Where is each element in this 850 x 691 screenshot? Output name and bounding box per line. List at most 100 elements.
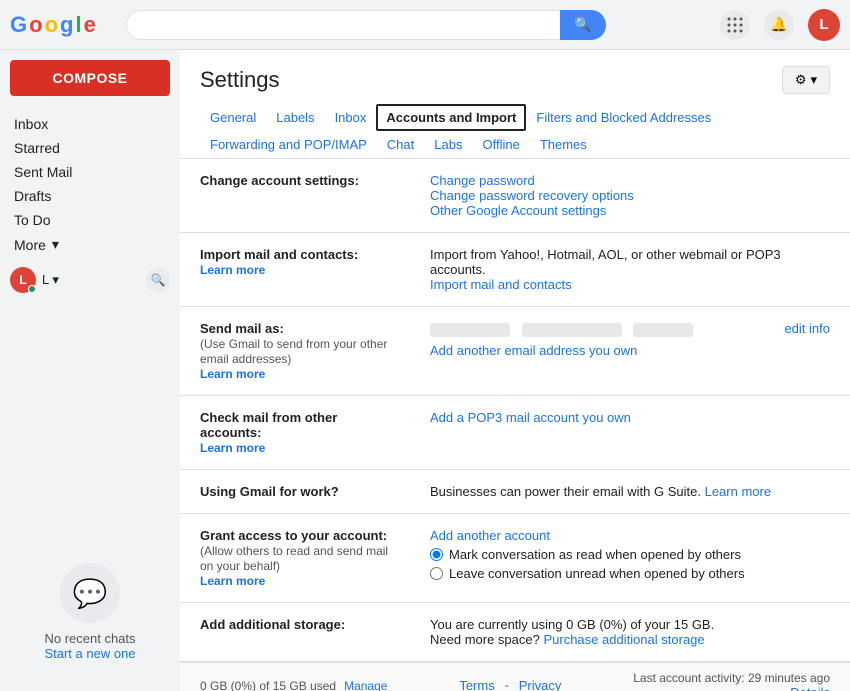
avatar[interactable]: L [808, 9, 840, 41]
user-avatar-small[interactable]: L [10, 267, 36, 293]
user-dropdown[interactable]: L ▾ [42, 272, 59, 288]
blurred-email-bar1 [430, 323, 510, 337]
grant-access-learn-more[interactable]: Learn more [200, 574, 265, 588]
import-mail-contacts-link[interactable]: Import mail and contacts [430, 277, 572, 292]
logo-g: G [10, 12, 27, 38]
footer-right: Last account activity: 29 minutes ago De… [633, 671, 830, 691]
chat-bubble-icon: 💬 [60, 563, 120, 623]
add-storage-label: Add additional storage: [200, 617, 345, 632]
starred-label: Starred [14, 140, 60, 156]
table-row: Send mail as: (Use Gmail to send from yo… [180, 307, 850, 396]
privacy-link[interactable]: Privacy [519, 678, 562, 691]
sidebar-item-todo[interactable]: To Do [0, 208, 166, 232]
google-account-link[interactable]: Other Google Account settings [430, 203, 606, 218]
last-activity-label: Last account activity: 29 minutes ago [633, 671, 830, 685]
apps-icon[interactable] [720, 10, 750, 40]
tab-labs[interactable]: Labs [424, 131, 472, 158]
tab-offline[interactable]: Offline [472, 131, 529, 158]
tab-accounts-import[interactable]: Accounts and Import [376, 104, 526, 131]
radio-leave-unread[interactable] [430, 567, 443, 580]
sidebar-item-sent[interactable]: Sent Mail [0, 160, 166, 184]
sidebar-item-drafts[interactable]: Drafts [0, 184, 166, 208]
add-another-account-link[interactable]: Add another account [430, 528, 550, 543]
grant-access-sub: (Allow others to read and send mail on y… [200, 544, 388, 573]
main-layout: COMPOSE Inbox Starred Sent Mail Drafts T… [0, 50, 850, 691]
content-area: Settings ⚙ ▾ General Labels Inbox Accoun… [180, 50, 850, 691]
start-new-chat-link[interactable]: Start a new one [44, 646, 135, 661]
table-row: Import mail and contacts: Learn more Imp… [180, 233, 850, 307]
sidebar-user-row: L L ▾ 🔍 [0, 257, 180, 299]
check-mail-learn-more[interactable]: Learn more [200, 441, 265, 455]
tab-filters[interactable]: Filters and Blocked Addresses [526, 104, 721, 131]
search-input[interactable] [126, 10, 561, 40]
sidebar-item-more[interactable]: More ▾ [0, 232, 166, 257]
purchase-storage-link[interactable]: Purchase additional storage [543, 632, 704, 647]
table-row: Add additional storage: You are currentl… [180, 603, 850, 662]
gmail-work-description: Businesses can power their email with G … [430, 484, 701, 499]
drafts-label: Drafts [14, 188, 51, 204]
sidebar-item-starred[interactable]: Starred [0, 136, 166, 160]
online-status-dot [28, 285, 36, 293]
tab-general[interactable]: General [200, 104, 266, 131]
bell-icon[interactable]: 🔔 [764, 10, 794, 40]
compose-button[interactable]: COMPOSE [10, 60, 170, 96]
radio-mark-read[interactable] [430, 548, 443, 561]
tab-themes[interactable]: Themes [530, 131, 597, 158]
sidebar: COMPOSE Inbox Starred Sent Mail Drafts T… [0, 50, 180, 691]
tab-inbox[interactable]: Inbox [325, 104, 377, 131]
gear-button[interactable]: ⚙ ▾ [782, 66, 830, 94]
no-recent-chats-label: No recent chats [44, 631, 135, 646]
need-more-space-text: Need more space? [430, 632, 540, 647]
details-link[interactable]: Details [790, 685, 830, 691]
table-row: Using Gmail for work? Businesses can pow… [180, 470, 850, 514]
edit-info-link[interactable]: edit info [784, 321, 830, 336]
tab-forwarding[interactable]: Forwarding and POP/IMAP [200, 131, 377, 158]
import-mail-label: Import mail and contacts: [200, 247, 358, 262]
add-email-link[interactable]: Add another email address you own [430, 343, 637, 358]
manage-storage-link[interactable]: Manage [344, 679, 387, 691]
topbar-right: 🔔 L [720, 9, 840, 41]
search-button[interactable]: 🔍 [560, 10, 605, 40]
sidebar-item-inbox[interactable]: Inbox [0, 112, 166, 136]
change-password-link[interactable]: Change password [430, 173, 535, 188]
gmail-work-label: Using Gmail for work? [200, 484, 339, 499]
table-row: Check mail from other accounts: Learn mo… [180, 396, 850, 470]
gear-dropdown-arrow: ▾ [810, 72, 817, 88]
storage-used-label: 0 GB (0%) of 15 GB used [200, 679, 336, 691]
send-mail-as-label: Send mail as: [200, 321, 284, 336]
tab-chat[interactable]: Chat [377, 131, 424, 158]
gmail-work-learn-more[interactable]: Learn more [705, 484, 771, 499]
settings-footer: 0 GB (0%) of 15 GB used Manage Terms - P… [180, 662, 850, 691]
todo-label: To Do [14, 212, 51, 228]
radio-row-read: Mark conversation as read when opened by… [430, 547, 830, 562]
add-pop3-link[interactable]: Add a POP3 mail account you own [430, 410, 631, 425]
import-learn-more-link[interactable]: Learn more [200, 263, 265, 277]
change-recovery-link[interactable]: Change password recovery options [430, 188, 634, 203]
tab-labels[interactable]: Labels [266, 104, 324, 131]
table-row: Change account settings: Change password… [180, 159, 850, 233]
check-mail-label: Check mail from other accounts: [200, 410, 337, 440]
table-row: Grant access to your account: (Allow oth… [180, 514, 850, 603]
storage-usage-text: You are currently using 0 GB (0%) of you… [430, 617, 714, 632]
topbar: Google 🔍 🔔 L [0, 0, 850, 50]
radio-mark-read-label: Mark conversation as read when opened by… [449, 547, 741, 562]
blurred-email-bar3 [633, 323, 693, 337]
terms-link[interactable]: Terms [459, 678, 494, 691]
blurred-email-bar2 [522, 323, 622, 337]
inbox-label: Inbox [14, 116, 48, 132]
sidebar-chat-section: 💬 No recent chats Start a new one [0, 299, 180, 681]
page-title: Settings [200, 67, 280, 93]
radio-leave-unread-label: Leave conversation unread when opened by… [449, 566, 745, 581]
sidebar-nav: Inbox Starred Sent Mail Drafts To Do Mor… [0, 112, 180, 257]
more-label: More [14, 237, 46, 253]
settings-header: Settings ⚙ ▾ [180, 50, 850, 94]
settings-table: Change account settings: Change password… [180, 159, 850, 662]
footer-separator: - [505, 678, 509, 691]
google-logo: Google [10, 12, 96, 38]
send-mail-sub: (Use Gmail to send from your other email… [200, 337, 387, 366]
gear-icon: ⚙ [795, 72, 807, 88]
people-search-icon[interactable]: 🔍 [146, 268, 170, 292]
settings-tabs: General Labels Inbox Accounts and Import… [180, 94, 850, 159]
send-mail-learn-more[interactable]: Learn more [200, 367, 265, 381]
footer-center: Terms - Privacy [459, 678, 561, 691]
